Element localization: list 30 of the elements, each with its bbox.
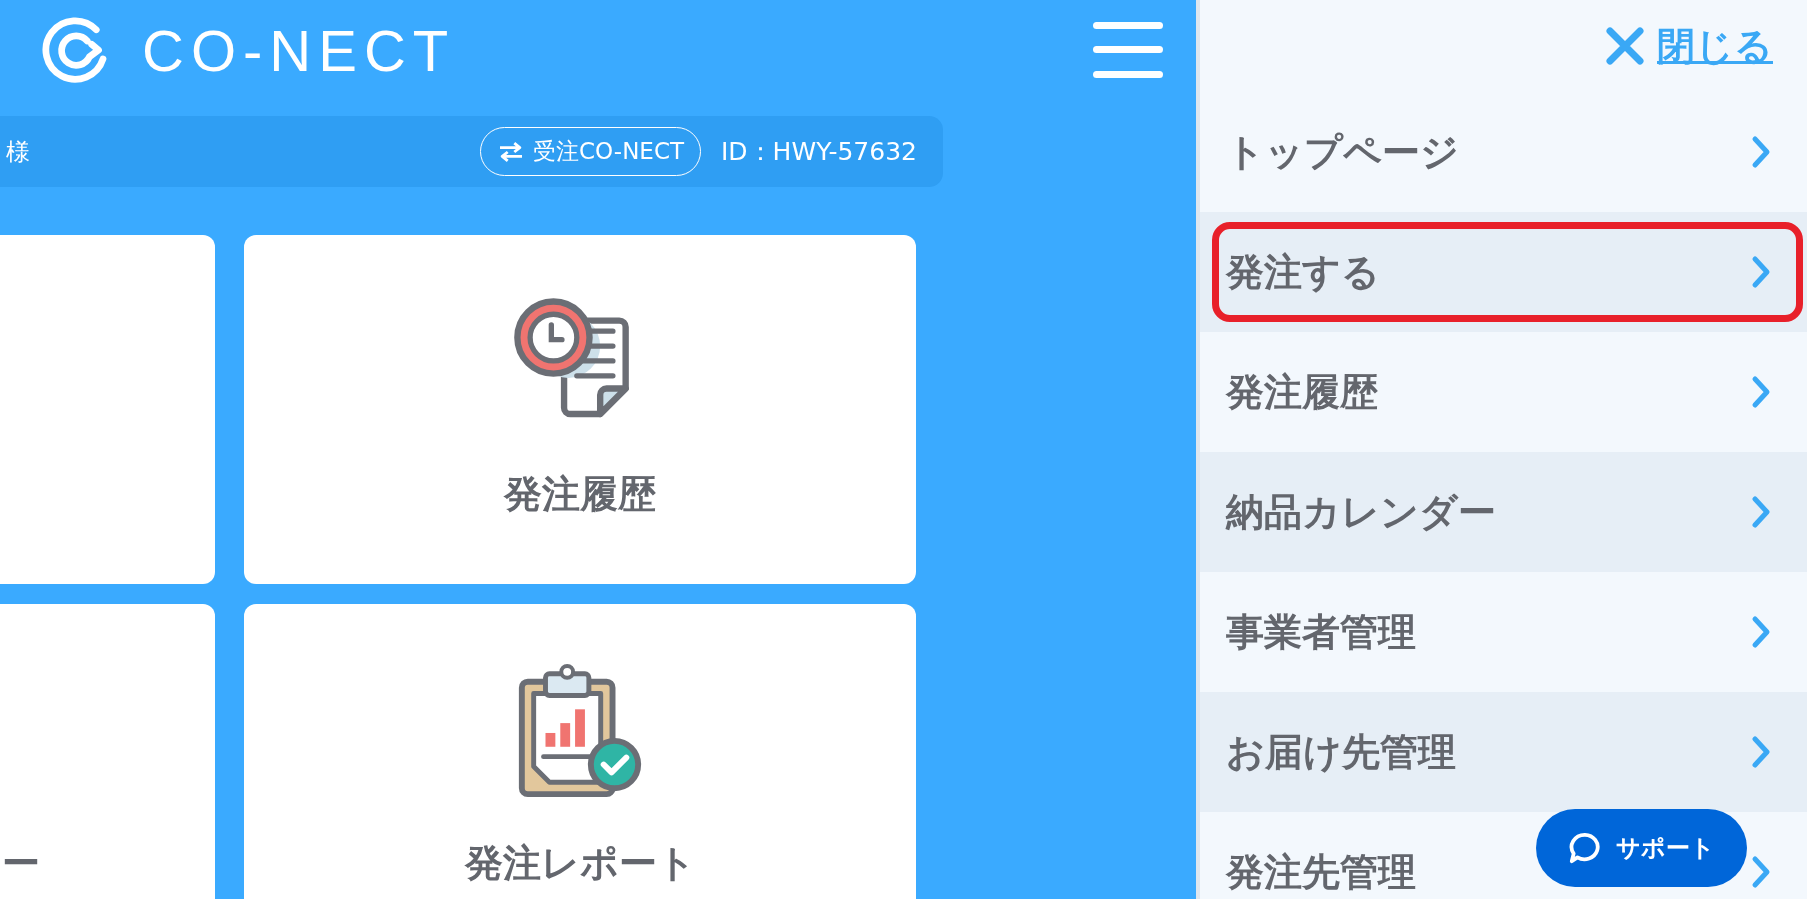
user-id: ID：HWY-57632 — [721, 136, 917, 168]
card-label: 発注レポート — [464, 840, 696, 887]
card-label: 発注履歴 — [504, 471, 656, 518]
menu-item-label: 発注する — [1226, 248, 1380, 296]
menu-item[interactable]: 発注履歴 — [1226, 366, 1378, 418]
menu-item-label: お届け先管理 — [1226, 728, 1456, 776]
chevron-right-icon — [1751, 735, 1771, 769]
chat-bubble-icon — [1568, 831, 1602, 865]
close-icon[interactable] — [1605, 26, 1645, 66]
menu-item[interactable]: 納品カレンダー — [1200, 452, 1807, 572]
chevron-right-icon — [1751, 855, 1771, 889]
menu-item[interactable]: お届け先管理 — [1200, 692, 1807, 812]
menu-item[interactable]: 発注先管理 — [1226, 846, 1416, 898]
menu-icon[interactable] — [1093, 22, 1163, 78]
support-button[interactable]: サポート — [1536, 809, 1747, 887]
chevron-right-icon — [1751, 495, 1771, 529]
card-label: ー — [2, 840, 40, 887]
account-name: 様 — [6, 136, 30, 168]
menu-item-label: 納品カレンダー — [1226, 488, 1496, 536]
menu-card[interactable]: 発注レポート — [244, 604, 916, 899]
menu-item[interactable]: 事業者管理 — [1226, 606, 1416, 658]
chevron-right-icon — [1751, 375, 1771, 409]
menu-card[interactable]: 発注履歴 — [244, 235, 916, 584]
menu-card[interactable]: ー — [0, 604, 215, 899]
menu-item[interactable]: トップページ — [1226, 126, 1459, 178]
logo-text: CO-NECT — [142, 16, 456, 84]
chevron-right-icon — [1751, 615, 1771, 649]
chevron-right-icon — [1751, 135, 1771, 169]
menu-item[interactable]: 発注する — [1200, 212, 1807, 332]
chevron-right-icon — [1751, 255, 1771, 289]
